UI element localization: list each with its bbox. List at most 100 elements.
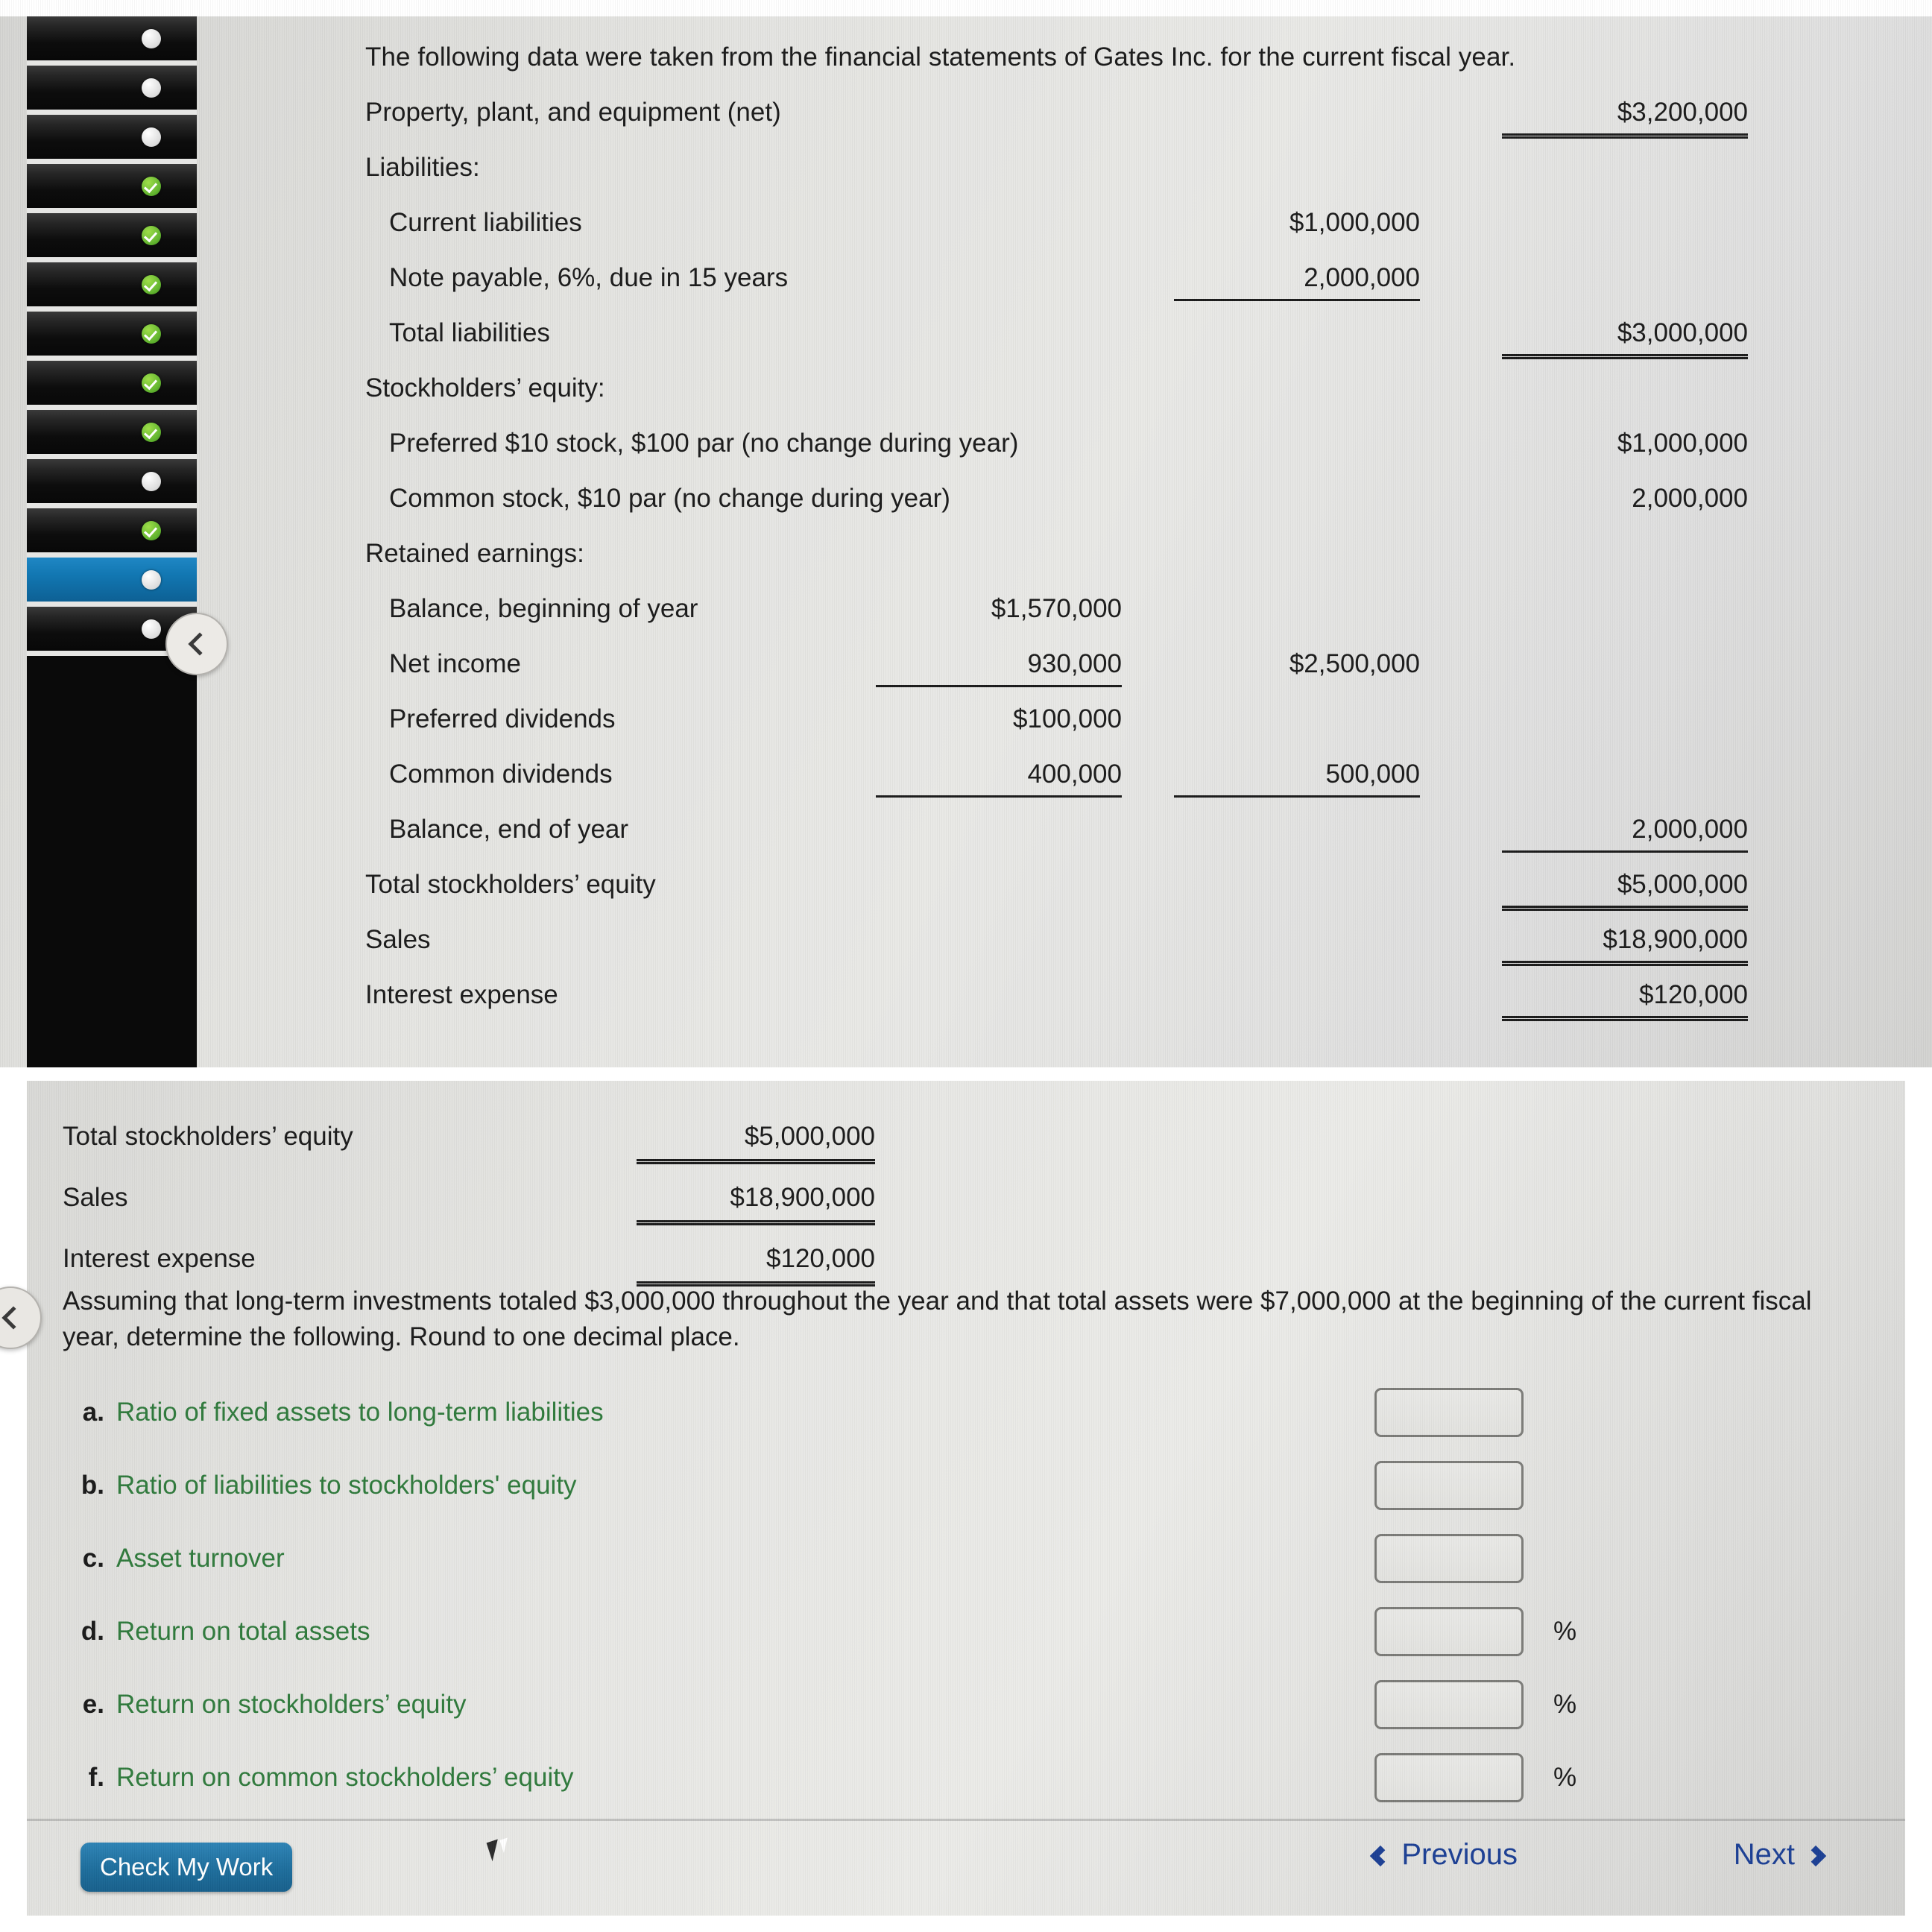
double-underline: [1502, 906, 1748, 911]
nav-question-row-2[interactable]: [27, 66, 197, 115]
double-underline: [1502, 1016, 1748, 1021]
question-item-e: e. Return on stockholders’ equity%: [63, 1668, 1852, 1741]
statement-value-c3: $1,000,000: [1617, 429, 1748, 458]
double-underline: [1502, 961, 1748, 966]
statement-row: Interest expense $120,000: [365, 967, 1908, 1023]
chevron-left-icon: [188, 632, 212, 656]
summary-row: Interest expense $120,000: [63, 1228, 1852, 1289]
check-circle-icon: [142, 274, 161, 294]
answer-input-e[interactable]: [1374, 1680, 1524, 1729]
statement-intro: The following data were taken from the f…: [365, 42, 1516, 72]
statement-row-label: Total stockholders’ equity: [365, 870, 656, 899]
summary-row-label: Sales: [63, 1183, 128, 1212]
item-label: Asset turnover: [116, 1544, 285, 1573]
nav-question-row-9[interactable]: [27, 410, 197, 459]
previous-label: Previous: [1401, 1838, 1518, 1871]
statement-row-label: Common stock, $10 par (no change during …: [389, 484, 950, 513]
statement-row: Stockholders’ equity:: [365, 361, 1908, 416]
answer-input-a[interactable]: [1374, 1388, 1524, 1437]
next-button[interactable]: Next: [1733, 1838, 1827, 1872]
item-letter: b.: [80, 1471, 104, 1500]
statement-value-c1: 930,000: [1027, 649, 1122, 678]
item-label: Ratio of liabilities to stockholders' eq…: [116, 1471, 577, 1500]
check-circle-icon: [142, 176, 161, 196]
nav-question-row-8[interactable]: [27, 361, 197, 410]
answer-input-c[interactable]: [1374, 1534, 1524, 1583]
double-underline: [1502, 133, 1748, 139]
single-underline: [876, 795, 1122, 798]
statement-row-label: Preferred dividends: [389, 704, 616, 733]
statement-value-c2: 2,000,000: [1304, 263, 1420, 292]
statement-row: Current liabilities $1,000,000: [365, 195, 1908, 250]
statement-row-label: Stockholders’ equity:: [365, 373, 605, 402]
question-panel: Total stockholders’ equity $5,000,000 Sale…: [27, 1081, 1905, 1916]
statement-row-label: Sales: [365, 925, 431, 954]
double-underline: [1502, 354, 1748, 359]
next-label: Next: [1733, 1838, 1795, 1871]
check-my-work-button[interactable]: Check My Work: [80, 1843, 293, 1892]
statement-row-label: Liabilities:: [365, 153, 480, 182]
statement-row: Preferred dividends $100,000: [365, 692, 1908, 747]
empty-circle-icon: [142, 78, 161, 98]
nav-question-row-11[interactable]: [27, 508, 197, 558]
statement-value-c1: $1,570,000: [991, 594, 1122, 623]
check-circle-icon: [142, 373, 161, 393]
nav-question-row-7[interactable]: [27, 312, 197, 361]
collapse-panel-button-top[interactable]: [165, 613, 228, 675]
statement-row: Liabilities:: [365, 140, 1908, 195]
nav-question-row-3[interactable]: [27, 115, 197, 164]
item-letter: a.: [82, 1398, 104, 1427]
question-item-c: c. Asset turnover: [63, 1522, 1852, 1595]
statement-value-c2: $2,500,000: [1289, 649, 1420, 678]
statement-value-c1: $100,000: [1013, 704, 1122, 733]
statement-row: Retained earnings:: [365, 526, 1908, 581]
empty-circle-icon: [142, 619, 161, 639]
screenshot-root: The following data were taken from the f…: [0, 0, 1932, 1932]
statement-value-c2: $1,000,000: [1289, 208, 1420, 237]
nav-question-row-4[interactable]: [27, 164, 197, 213]
page-bottom-edge: [0, 1916, 1932, 1932]
statement-row: Sales $18,900,000: [365, 912, 1908, 967]
empty-circle-icon: [142, 569, 161, 590]
question-item-list: a. Ratio of fixed assets to long-term lia…: [63, 1376, 1852, 1814]
question-navigation-rail[interactable]: [27, 16, 197, 1067]
statement-row: Common dividends 400,000 500,000: [365, 747, 1908, 802]
panel-divider: [0, 1067, 1932, 1081]
question-item-f: f. Return on common stockholders’ equity%: [63, 1741, 1852, 1814]
nav-question-row-12[interactable]: [27, 558, 197, 607]
empty-circle-icon: [142, 127, 161, 147]
footer-divider: [27, 1819, 1905, 1821]
summary-row-label: Interest expense: [63, 1244, 256, 1273]
statement-value-c3: 2,000,000: [1632, 484, 1748, 513]
answer-input-d[interactable]: [1374, 1607, 1524, 1656]
nav-question-row-1[interactable]: [27, 16, 197, 66]
item-label: Return on total assets: [116, 1617, 370, 1646]
single-underline: [876, 685, 1122, 687]
nav-question-row-5[interactable]: [27, 213, 197, 262]
question-item-b: b. Ratio of liabilities to stockholders' …: [63, 1449, 1852, 1522]
statement-row-label: Property, plant, and equipment (net): [365, 98, 781, 127]
statement-row: Property, plant, and equipment (net) $3,2…: [365, 85, 1908, 140]
answer-input-b[interactable]: [1374, 1461, 1524, 1510]
answer-input-f[interactable]: [1374, 1753, 1524, 1802]
check-circle-icon: [142, 225, 161, 245]
nav-question-row-6[interactable]: [27, 262, 197, 312]
item-letter: e.: [82, 1690, 104, 1719]
item-letter: d.: [80, 1617, 104, 1646]
statement-row-label: Current liabilities: [389, 208, 582, 237]
single-underline: [1502, 850, 1748, 853]
statement-row: Net income 930,000 $2,500,000: [365, 637, 1908, 692]
summary-row-label: Total stockholders’ equity: [63, 1122, 353, 1151]
statement-value-c3: $5,000,000: [1617, 870, 1748, 899]
nav-question-row-10[interactable]: [27, 459, 197, 508]
empty-circle-icon: [142, 28, 161, 48]
statement-row-label: Note payable, 6%, due in 15 years: [389, 263, 789, 292]
financial-statement: The following data were taken from the f…: [365, 30, 1908, 1023]
item-label: Return on common stockholders’ equity: [116, 1763, 574, 1792]
previous-button[interactable]: Previous: [1370, 1838, 1518, 1872]
summary-row-value: $5,000,000: [744, 1122, 875, 1151]
mouse-cursor: [486, 1837, 511, 1862]
statement-row: Common stock, $10 par (no change during …: [365, 471, 1908, 526]
statement-row-label: Net income: [389, 649, 522, 678]
item-label: Ratio of fixed assets to long-term liabi…: [116, 1398, 604, 1427]
